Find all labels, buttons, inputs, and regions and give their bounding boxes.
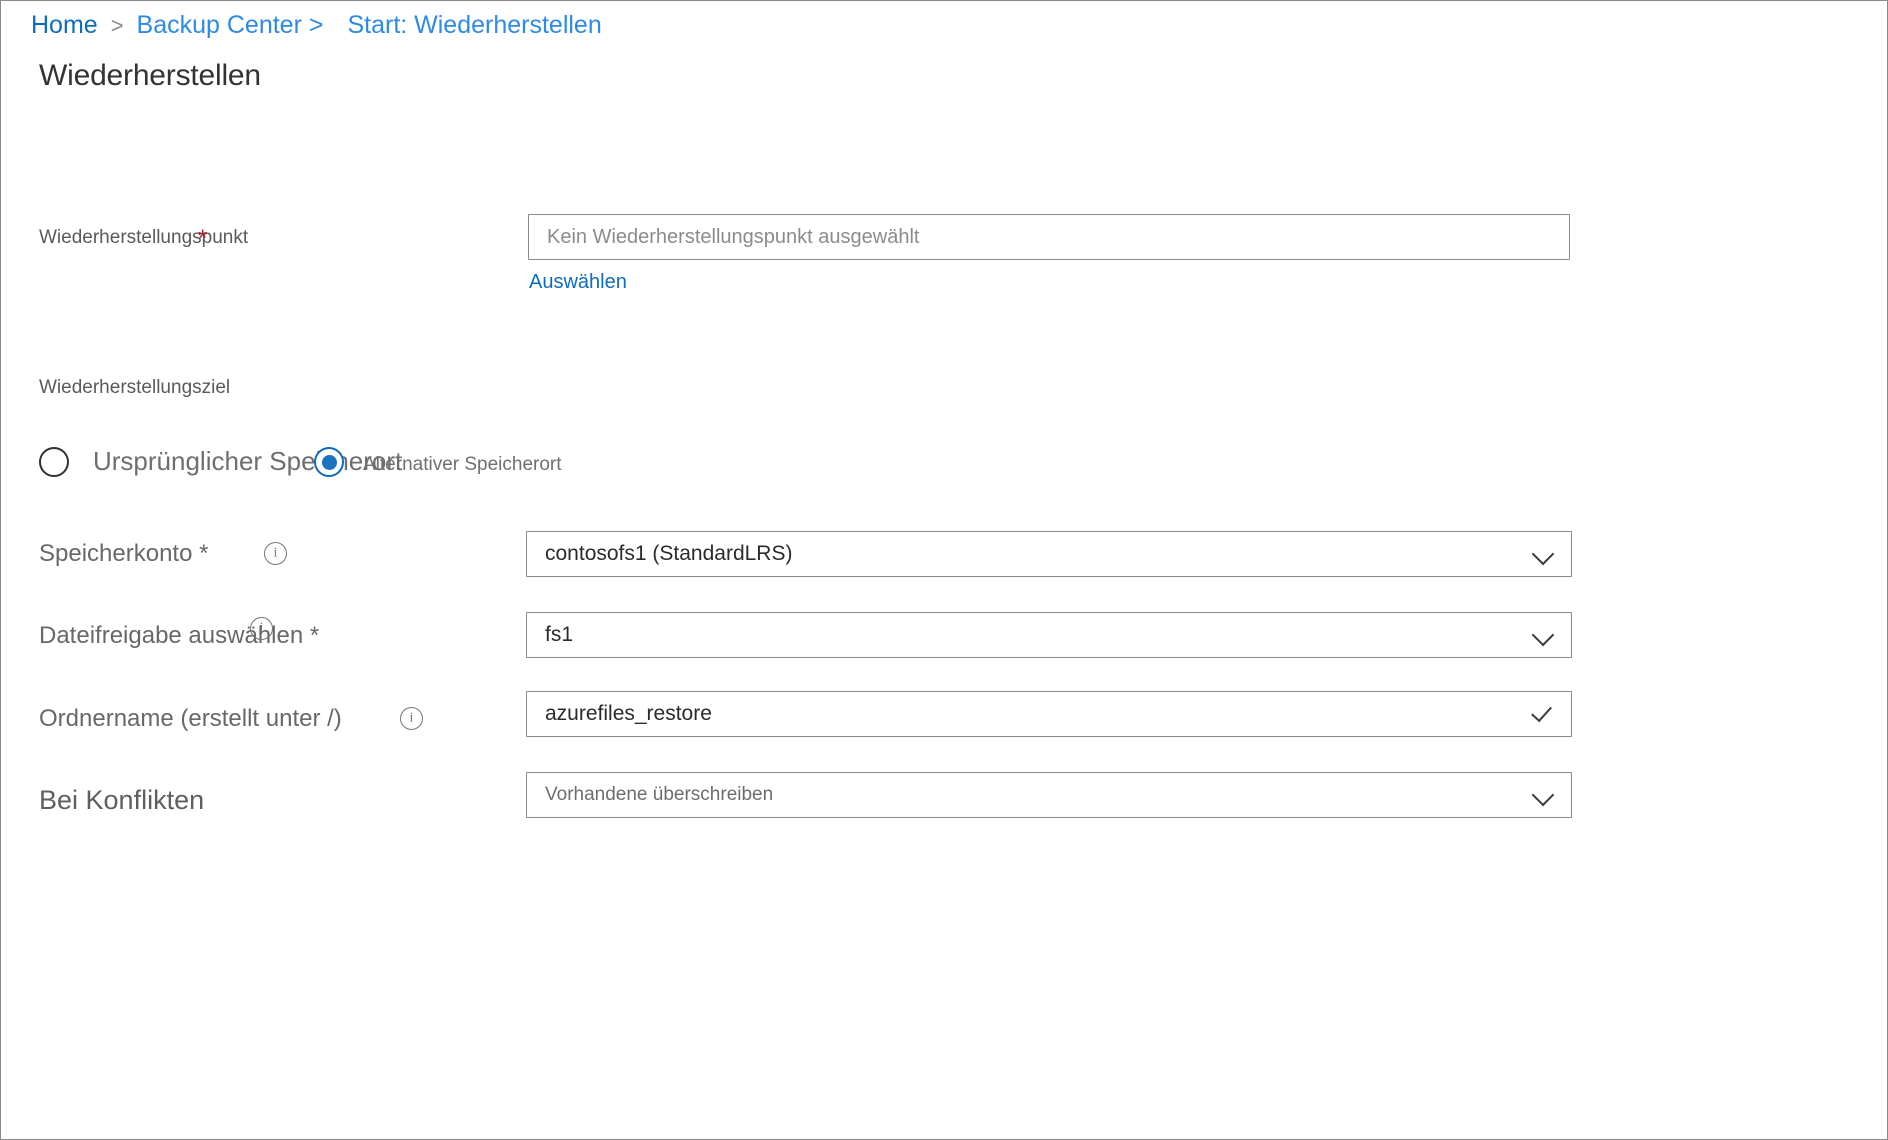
restore-point-required-marker: *	[198, 225, 208, 252]
breadcrumb-home[interactable]: Home	[31, 11, 98, 40]
on-conflict-value: Vorhandene überschreiben	[545, 784, 774, 805]
on-conflict-dropdown[interactable]: Vorhandene überschreiben	[526, 772, 1572, 818]
restore-point-input[interactable]: Kein Wiederherstellungspunkt ausgewählt	[528, 214, 1570, 260]
restore-blade: Home > Backup Center > Start: Wiederhers…	[0, 0, 1888, 1140]
folder-name-value: azurefiles_restore	[545, 702, 712, 725]
storage-account-dropdown[interactable]: contosofs1 (StandardLRS)	[526, 531, 1572, 577]
on-conflict-label: Bei Konflikten	[39, 785, 205, 815]
radio-alternate-location-label: Alternativer Speicherort	[363, 454, 562, 475]
file-share-dropdown[interactable]: fs1	[526, 612, 1572, 658]
restore-point-value: Kein Wiederherstellungspunkt ausgewählt	[547, 225, 920, 248]
folder-name-info-icon[interactable]	[400, 707, 423, 730]
storage-account-info-icon[interactable]	[264, 542, 287, 565]
radio-alternate-location[interactable]	[314, 447, 344, 477]
storage-account-label: Speicherkonto *	[39, 540, 209, 567]
breadcrumb-separator-icon: >	[110, 12, 124, 38]
breadcrumb-backup-center[interactable]: Backup Center >	[137, 11, 324, 40]
file-share-label: Dateifreigabe auswählen *	[39, 622, 320, 649]
file-share-info-icon[interactable]	[250, 617, 273, 640]
chevron-down-icon	[1531, 622, 1557, 648]
folder-name-input[interactable]: azurefiles_restore	[526, 691, 1572, 737]
chevron-down-icon	[1531, 541, 1557, 567]
restore-point-label: Wiederherstellungspunkt	[39, 227, 249, 248]
breadcrumb: Home > Backup Center > Start: Wiederhers…	[31, 11, 602, 40]
select-restore-point-link[interactable]: Auswählen	[529, 271, 627, 294]
breadcrumb-start-restore[interactable]: Start: Wiederherstellen	[347, 11, 601, 40]
checkmark-icon	[1531, 701, 1557, 727]
folder-name-label: Ordnername (erstellt unter /)	[39, 705, 342, 732]
restore-destination-label: Wiederherstellungsziel	[39, 377, 231, 398]
radio-original-location-label: Ursprünglicher Speicherort	[93, 446, 403, 476]
chevron-down-icon	[1531, 782, 1557, 808]
file-share-value: fs1	[545, 623, 574, 646]
radio-original-location[interactable]	[39, 447, 69, 477]
page-title: Wiederherstellen	[39, 59, 261, 92]
storage-account-value: contosofs1 (StandardLRS)	[545, 542, 793, 565]
